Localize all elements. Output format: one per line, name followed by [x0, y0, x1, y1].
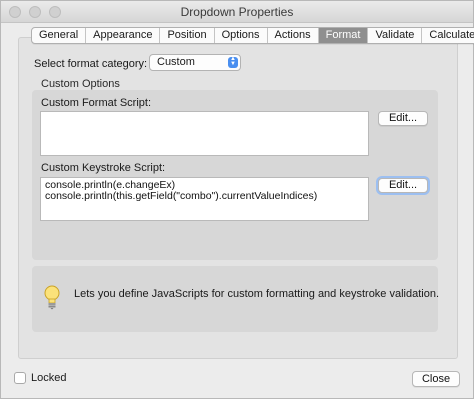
dropdown-properties-dialog: Dropdown Properties General Appearance P… — [0, 0, 474, 399]
tab-position[interactable]: Position — [160, 28, 215, 43]
custom-keystroke-script-field[interactable]: console.println(e.changeEx) console.prin… — [40, 177, 369, 221]
chevron-updown-icon: ▲ ▼ — [228, 56, 238, 68]
locked-option[interactable]: Locked — [14, 372, 66, 384]
tab-validate[interactable]: Validate — [368, 28, 423, 43]
tab-appearance[interactable]: Appearance — [86, 28, 161, 43]
title-bar[interactable]: Dropdown Properties — [1, 1, 473, 23]
tab-options[interactable]: Options — [215, 28, 268, 43]
custom-keystroke-script-label: Custom Keystroke Script: — [41, 162, 166, 174]
format-category-value: Custom — [157, 56, 195, 68]
locked-label: Locked — [31, 372, 67, 384]
locked-checkbox[interactable] — [14, 372, 26, 384]
script-line: console.println(this.getField("combo").c… — [45, 190, 318, 202]
tab-bar: General Appearance Position Options Acti… — [31, 27, 474, 44]
tab-actions[interactable]: Actions — [268, 28, 319, 43]
edit-keystroke-script-button[interactable]: Edit... — [378, 178, 428, 193]
edit-format-script-button[interactable]: Edit... — [378, 111, 428, 126]
format-category-select[interactable]: Custom ▲ ▼ — [149, 54, 241, 71]
custom-format-script-field[interactable] — [40, 111, 369, 156]
lightbulb-icon — [44, 285, 60, 310]
tab-format[interactable]: Format — [318, 28, 369, 43]
close-button[interactable]: Close — [412, 371, 460, 387]
custom-options-title: Custom Options — [41, 78, 120, 90]
custom-format-script-label: Custom Format Script: — [41, 97, 152, 109]
tab-calculate[interactable]: Calculate — [422, 28, 474, 43]
info-text: Lets you define JavaScripts for custom f… — [74, 288, 440, 300]
format-category-label: Select format category: — [34, 58, 148, 70]
tab-general[interactable]: General — [32, 28, 87, 43]
window-title: Dropdown Properties — [180, 5, 294, 19]
